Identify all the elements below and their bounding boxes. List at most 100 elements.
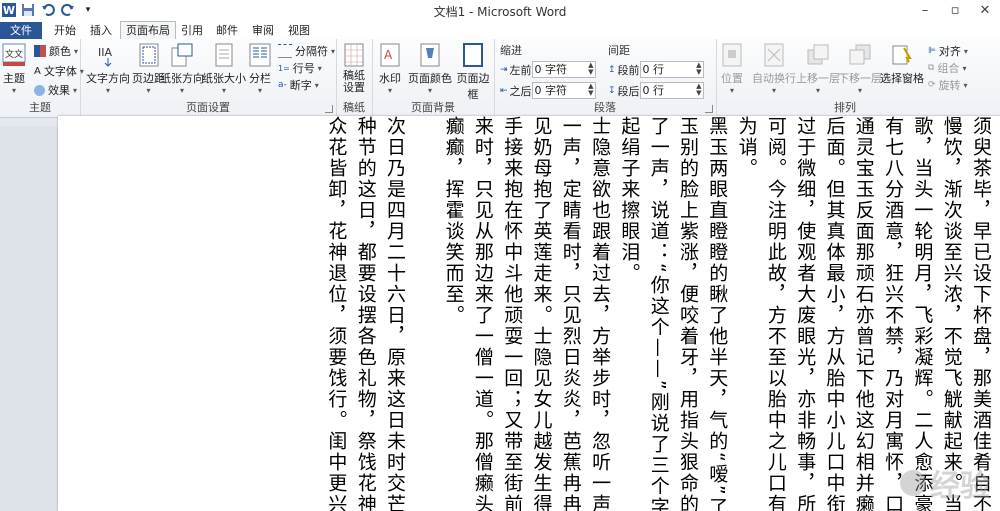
close-icon[interactable]: ✕ bbox=[970, 0, 1000, 20]
theme-fonts-label: 文字体 bbox=[43, 65, 77, 78]
align-icon: ⊫ bbox=[928, 46, 936, 56]
paw-logo-icon bbox=[900, 470, 926, 496]
tab-view[interactable]: 视图 bbox=[284, 22, 314, 39]
group-paragraph: 缩进 间距 ⇥ 左前 0 字符 ▲ ▼ ⇤ 之后 0 字符 ▲ ▼ ↥ 段前 0 行 ▲ ▼… bbox=[494, 39, 717, 117]
colors-icon bbox=[34, 45, 46, 57]
theme-fonts-button[interactable]: A 文字体 ▾ bbox=[34, 63, 84, 79]
text-column: 一声，定睛看时，只见烈日炎炎，芭蕉冉冉，梦中之事便忘了 bbox=[559, 116, 582, 511]
position-icon bbox=[722, 43, 742, 67]
selection-pane-label: 选择窗格 bbox=[880, 72, 924, 85]
text-column: 须臾茶毕，早已设下杯盘，那美酒佳肴自不必说，二人归坐， bbox=[970, 116, 992, 511]
tab-home[interactable]: 开始 bbox=[48, 22, 82, 39]
theme-effects-label: 效果 bbox=[48, 84, 70, 97]
hyphenation-button[interactable]: a- 断字 ▾ bbox=[278, 77, 319, 93]
line-numbers-button[interactable]: 1= 行号 ▾ bbox=[278, 60, 322, 76]
minimize-icon[interactable]: – bbox=[910, 0, 940, 20]
text-column: 众花皆卸，花神退位，须要饯行。闺中更兴这件风俗，所以大 bbox=[325, 116, 348, 511]
group-button[interactable]: ⧉ 组合 ▾ bbox=[928, 60, 966, 76]
group-label-page-background: 页面背景 bbox=[411, 101, 455, 114]
watermark-label: 水印 bbox=[379, 72, 401, 85]
page-setup-launcher-icon[interactable] bbox=[325, 105, 333, 113]
tab-mailings[interactable]: 邮件 bbox=[212, 22, 242, 39]
text-column: 黑玉两眼直瞪瞪的瞅了他半天，气的“嗳”了一声，说不出话 bbox=[706, 116, 729, 511]
spacing-before-field: ↥ 段前 0 行 ▲ ▼ bbox=[608, 61, 704, 78]
size-icon bbox=[215, 43, 233, 67]
group-page-background: A 水印 ▾ 页面颜色 ▾ 页面边框 页面背景 bbox=[372, 39, 495, 117]
themes-icon: 文文 bbox=[2, 43, 26, 66]
theme-colors-label: 颜色 bbox=[49, 45, 71, 58]
watermark-icon: A bbox=[380, 43, 400, 67]
send-backward-button[interactable]: 下移一层 ▾ bbox=[838, 42, 882, 95]
tab-references[interactable]: 引用 bbox=[178, 22, 206, 39]
page-borders-icon bbox=[463, 43, 483, 67]
text-column: 起绢子来擦眼泪。 bbox=[618, 116, 641, 284]
spacing-after-input[interactable]: 0 行 ▲ ▼ bbox=[639, 82, 704, 99]
watermark-button[interactable]: A 水印 ▾ bbox=[378, 42, 402, 95]
position-button[interactable]: 位置 ▾ bbox=[720, 42, 744, 95]
themes-button[interactable]: 文文 主题 ▾ bbox=[2, 42, 26, 95]
wrap-text-button[interactable]: 自动换行 ▾ bbox=[752, 42, 796, 95]
hyphenation-label: 断字 bbox=[289, 79, 312, 92]
page-borders-button[interactable]: 页面边框 bbox=[452, 42, 494, 102]
orientation-button[interactable]: 纸张方向 ▾ bbox=[160, 42, 204, 95]
tab-page-layout[interactable]: 页面布局 bbox=[120, 21, 176, 41]
spacing-after-icon: ↧ bbox=[608, 85, 616, 96]
spacing-before-label: 段前 bbox=[617, 63, 640, 77]
group-manuscript: 稿纸设置 稿纸 bbox=[336, 39, 373, 117]
text-column: 来时，只见从那边来了一僧一道。那僧癞头跣足，那道跛足蓬 bbox=[471, 116, 494, 511]
maximize-icon[interactable]: ▫ bbox=[940, 0, 970, 20]
text-column: 手接来抱在怀中斗他顽耍一回；又带至街前，看那过会的热闹 bbox=[501, 116, 524, 511]
orientation-label: 纸张方向 bbox=[160, 72, 204, 85]
fonts-icon: A bbox=[34, 65, 41, 77]
page-color-icon bbox=[420, 43, 440, 67]
theme-effects-button[interactable]: 效果 ▾ bbox=[34, 82, 77, 98]
spacing-before-input[interactable]: 0 行 ▲ ▼ bbox=[639, 61, 704, 78]
indent-right-icon: ⇤ bbox=[500, 85, 508, 96]
document-page[interactable]: 须臾茶毕，早已设下杯盘，那美酒佳肴自不必说，二人归坐， 慢饮，渐次谈至兴浓，不觉飞… bbox=[58, 116, 1000, 511]
text-column: 慢饮，渐次谈至兴浓，不觉飞觥献起来。当时街上家家箫管， bbox=[940, 116, 963, 511]
spacing-title: 间距 bbox=[608, 44, 630, 57]
indent-title: 缩进 bbox=[500, 44, 522, 57]
selection-pane-button[interactable]: 选择窗格 bbox=[880, 42, 924, 86]
columns-icon bbox=[249, 43, 271, 67]
rotate-button[interactable]: ⟳ 旋转 ▾ bbox=[928, 77, 968, 93]
manuscript-settings-button[interactable]: 稿纸设置 bbox=[340, 42, 368, 94]
title-bar: W ▾ 文档1 - Microsoft Word – ▫ ✕ bbox=[0, 0, 1000, 22]
spacing-after-label: 段后 bbox=[617, 84, 640, 98]
indent-left-icon: ⇥ bbox=[500, 64, 508, 75]
vertical-text-columns: 须臾茶毕，早已设下杯盘，那美酒佳肴自不必说，二人归坐， 慢饮，渐次谈至兴浓，不觉飞… bbox=[58, 116, 1000, 511]
text-column: 士隐意欲也跟着过去，方举步时，忽听一声霹雳若山崩地陷， bbox=[589, 116, 612, 511]
indent-left-input[interactable]: 0 字符 ▲ ▼ bbox=[531, 61, 596, 78]
send-backward-icon bbox=[849, 44, 871, 65]
margins-icon bbox=[139, 43, 158, 67]
columns-button[interactable]: 分栏 ▾ bbox=[248, 42, 272, 95]
text-direction-button[interactable]: IIA 文字方向 ▾ bbox=[86, 42, 130, 95]
text-column: 后面。但其真体最小，方从胎中小儿口中衔下，今若按式画出 bbox=[823, 116, 846, 511]
wrap-text-icon bbox=[764, 43, 784, 67]
bring-forward-icon bbox=[807, 44, 829, 65]
theme-colors-button[interactable]: 颜色 ▾ bbox=[34, 43, 78, 59]
size-button[interactable]: 纸张大小 ▾ bbox=[202, 42, 246, 95]
indent-right-input[interactable]: 0 字符 ▲ ▼ bbox=[531, 82, 596, 99]
breaks-button[interactable]: 分隔符 ▾ bbox=[278, 43, 335, 59]
manuscript-icon bbox=[344, 43, 364, 67]
group-label-paragraph: 段落 bbox=[594, 101, 616, 114]
tab-insert[interactable]: 插入 bbox=[86, 22, 116, 39]
tab-file[interactable]: 文件 bbox=[0, 22, 42, 39]
page-color-button[interactable]: 页面颜色 ▾ bbox=[408, 42, 452, 95]
columns-label: 分栏 bbox=[249, 72, 271, 85]
align-button[interactable]: ⊫ 对齐 ▾ bbox=[928, 43, 968, 59]
breaks-label: 分隔符 bbox=[295, 45, 328, 58]
text-column: 种节的这日，都要设摆各色礼物，祭饯花神，言芒种一过，便是 bbox=[354, 116, 377, 511]
bring-forward-button[interactable]: 上移一层 ▾ bbox=[796, 42, 840, 95]
window-controls: – ▫ ✕ bbox=[910, 0, 1000, 20]
group-label-themes: 主题 bbox=[29, 101, 51, 114]
tab-review[interactable]: 审阅 bbox=[248, 22, 278, 39]
text-column: 通灵宝玉反面那顽石亦曾记下他这幻相并癞僧所镌篆文，今亦 bbox=[852, 116, 875, 511]
themes-label: 主题 bbox=[3, 72, 25, 85]
group-objects-label: 组合 bbox=[937, 62, 960, 75]
wrap-text-label: 自动换行 bbox=[752, 72, 796, 85]
text-column: 了一声，说道：“你这个——”刚说了三个字，便又叹了一口 bbox=[647, 116, 670, 511]
paragraph-launcher-icon[interactable] bbox=[705, 105, 713, 113]
size-label: 纸张大小 bbox=[202, 72, 246, 85]
